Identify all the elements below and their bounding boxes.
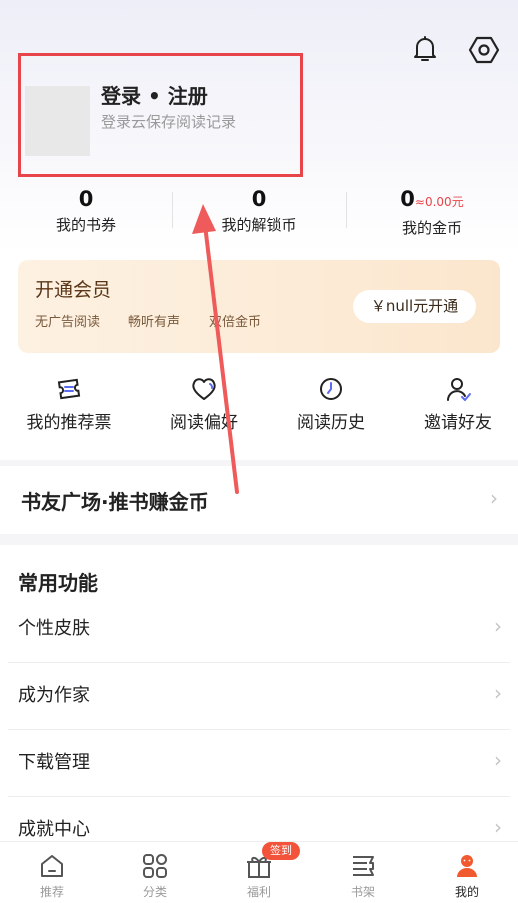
menu-label: 成为作家 bbox=[18, 685, 90, 706]
stat-label: 我的金币 bbox=[401, 219, 462, 237]
quick-reading-history[interactable]: 阅读历史 bbox=[266, 375, 396, 433]
stat-coin-equivalent: ≈0.00元 bbox=[414, 195, 464, 209]
tab-label: 福利 bbox=[246, 885, 271, 899]
stat-gold-coins[interactable]: 0≈0.00元 我的金币 bbox=[346, 185, 518, 240]
chevron-right-icon: › bbox=[494, 614, 502, 638]
stat-value: 0 bbox=[78, 187, 94, 211]
login-card[interactable]: 登录 • 注册 登录云保存阅读记录 bbox=[18, 53, 303, 177]
chevron-right-icon: › bbox=[494, 815, 502, 839]
quick-invite-friends[interactable]: 邀请好友 bbox=[393, 375, 518, 433]
tab-recommend[interactable]: 推荐 bbox=[0, 842, 104, 903]
quick-recommend-tickets[interactable]: 我的推荐票 bbox=[4, 375, 134, 433]
tab-label: 推荐 bbox=[39, 885, 64, 899]
vip-title: 开通会员 bbox=[35, 279, 112, 301]
chevron-right-icon: › bbox=[494, 748, 502, 772]
chevron-right-icon: › bbox=[490, 486, 498, 510]
chevron-right-icon: › bbox=[494, 681, 502, 705]
quick-label: 阅读历史 bbox=[297, 413, 365, 433]
menu-label: 个性皮肤 bbox=[18, 618, 90, 639]
vip-feature: 畅听有声 bbox=[128, 315, 181, 330]
quick-reading-preference[interactable]: 阅读偏好 bbox=[139, 375, 269, 433]
tab-label: 书架 bbox=[350, 885, 375, 899]
stat-unlock-coins[interactable]: 0 我的解锁币 bbox=[173, 185, 345, 237]
stat-label: 我的解锁币 bbox=[221, 216, 297, 234]
tab-bookshelf[interactable]: 书架 bbox=[311, 842, 415, 903]
menu-item-skin[interactable]: 个性皮肤 › bbox=[8, 596, 510, 663]
clock-icon bbox=[320, 378, 342, 400]
login-subtitle: 登录云保存阅读记录 bbox=[101, 113, 237, 131]
settings-icon[interactable] bbox=[468, 34, 500, 66]
home-icon bbox=[41, 855, 63, 877]
sign-in-badge: 签到 bbox=[262, 842, 300, 860]
stat-divider bbox=[346, 192, 347, 228]
stat-value-row: 0≈0.00元 bbox=[346, 185, 518, 216]
menu-item-become-author[interactable]: 成为作家 › bbox=[8, 663, 510, 730]
vip-activate-button[interactable]: ￥null元开通 bbox=[353, 290, 476, 323]
bottom-tab-bar: 推荐 分类 福利 书架 我的 bbox=[0, 841, 518, 903]
tab-mine[interactable]: 我的 bbox=[415, 842, 518, 903]
stat-value: 0 bbox=[251, 187, 267, 211]
menu-label: 成就中心 bbox=[18, 819, 90, 840]
section-title: 常用功能 bbox=[18, 571, 98, 595]
heart-icon bbox=[192, 378, 216, 400]
user-icon bbox=[457, 855, 477, 877]
common-functions-section: 常用功能 个性皮肤 › 成为作家 › 下载管理 › 成就中心 › bbox=[0, 545, 518, 845]
quick-label: 阅读偏好 bbox=[170, 413, 238, 433]
bell-icon[interactable] bbox=[409, 33, 441, 65]
bookshelf-icon bbox=[353, 856, 374, 876]
login-register-title[interactable]: 登录 • 注册 bbox=[101, 80, 208, 109]
book-square-title: 书友广场·推书赚金币 bbox=[21, 490, 209, 514]
grid-icon bbox=[143, 854, 167, 878]
menu-item-downloads[interactable]: 下载管理 › bbox=[8, 730, 510, 797]
tab-category[interactable]: 分类 bbox=[103, 842, 207, 903]
vip-feature: 无广告阅读 bbox=[35, 315, 101, 330]
vip-card[interactable]: 开通会员 无广告阅读 畅听有声 双倍金币 ￥null元开通 bbox=[18, 260, 500, 353]
avatar[interactable] bbox=[25, 86, 90, 156]
stat-label: 我的书券 bbox=[55, 216, 116, 234]
stat-book-voucher[interactable]: 0 我的书券 bbox=[0, 185, 172, 237]
quick-label: 我的推荐票 bbox=[26, 413, 112, 433]
tab-label: 分类 bbox=[142, 885, 167, 899]
invite-user-icon bbox=[447, 378, 471, 401]
stat-value: 0 bbox=[400, 187, 415, 211]
menu-label: 下载管理 bbox=[18, 752, 90, 773]
ticket-icon bbox=[57, 378, 81, 400]
quick-label: 邀请好友 bbox=[424, 413, 492, 433]
stat-divider bbox=[172, 192, 173, 228]
tab-label: 我的 bbox=[454, 885, 479, 899]
stats-row: 0 我的书券 0 我的解锁币 0≈0.00元 我的金币 bbox=[0, 185, 518, 240]
vip-feature: 双倍金币 bbox=[209, 315, 262, 330]
book-square-row[interactable]: 书友广场·推书赚金币 › bbox=[0, 466, 518, 534]
